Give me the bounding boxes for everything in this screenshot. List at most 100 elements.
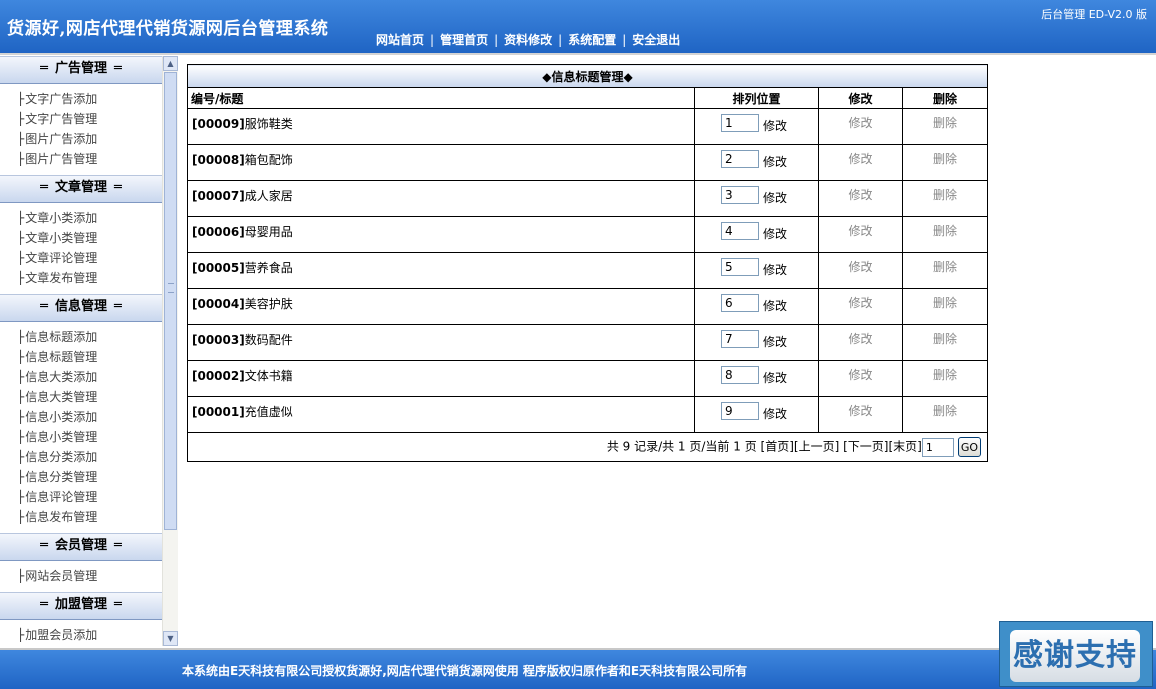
edit-link[interactable]: 修改 — [848, 150, 872, 167]
sidebar-item[interactable]: ├信息分类管理 — [0, 467, 162, 487]
sort-order-input[interactable] — [721, 186, 759, 204]
nav-link-3[interactable]: 资料修改 — [504, 33, 552, 47]
sort-modify-link[interactable]: 修改 — [763, 369, 787, 386]
sort-order-input[interactable] — [721, 114, 759, 132]
sort-modify-link[interactable]: 修改 — [763, 189, 787, 206]
edit-cell: 修改 — [818, 324, 903, 361]
tree-branch-icon: ├ — [17, 350, 25, 364]
nav-link-2[interactable]: 管理首页 — [440, 33, 488, 47]
delete-link[interactable]: 删除 — [933, 294, 957, 311]
sidebar-item[interactable]: ├信息标题管理 — [0, 347, 162, 367]
delete-link[interactable]: 删除 — [933, 330, 957, 347]
item-title: 文体书籍 — [244, 369, 293, 383]
delete-link[interactable]: 删除 — [933, 186, 957, 203]
edit-link[interactable]: 修改 — [848, 366, 872, 383]
sort-modify-link[interactable]: 修改 — [763, 405, 787, 422]
sidebar-item[interactable]: ├文章小类管理 — [0, 228, 162, 248]
go-button[interactable]: GO — [957, 437, 982, 457]
sidebar-item[interactable]: ├图片广告管理 — [0, 149, 162, 169]
sidebar-item[interactable]: ├文章评论管理 — [0, 248, 162, 268]
item-title: 成人家居 — [244, 189, 293, 203]
edit-link[interactable]: 修改 — [848, 294, 872, 311]
sidebar-group-header[interactable]: ═ 会员管理 ═ — [0, 533, 162, 561]
delete-link[interactable]: 删除 — [933, 222, 957, 239]
sort-cell: 修改 — [694, 144, 819, 181]
sort-cell: 修改 — [694, 108, 819, 145]
sort-order-input[interactable] — [721, 258, 759, 276]
sidebar-item[interactable]: ├文章发布管理 — [0, 268, 162, 288]
edit-link[interactable]: 修改 — [848, 114, 872, 131]
sidebar-item[interactable]: ├信息标题添加 — [0, 327, 162, 347]
edit-link[interactable]: 修改 — [848, 258, 872, 275]
nav-link-1[interactable]: 网站首页 — [376, 33, 424, 47]
delete-link[interactable]: 删除 — [933, 402, 957, 419]
nav-separator: | — [558, 33, 563, 47]
sidebar-item[interactable]: ├信息评论管理 — [0, 487, 162, 507]
edit-link[interactable]: 修改 — [848, 222, 872, 239]
page-number-input[interactable] — [921, 437, 954, 457]
sidebar-item[interactable]: ├信息大类管理 — [0, 387, 162, 407]
sort-modify-link[interactable]: 修改 — [763, 261, 787, 278]
copyright-text: 本系统由E天科技有限公司授权货源好,网店代理代销货源网使用 程序版权归原作者和E… — [182, 664, 748, 678]
next-page-link[interactable]: [下一页] — [843, 440, 888, 454]
sidebar-group-header[interactable]: ═ 信息管理 ═ — [0, 294, 162, 322]
sort-order-input[interactable] — [721, 294, 759, 312]
table-row: [00005]营养食品 修改 修改 删除 — [187, 252, 989, 289]
menu-bars-icon: ═ — [40, 299, 48, 314]
delete-cell: 删除 — [901, 144, 989, 181]
sort-order-input[interactable] — [721, 330, 759, 348]
sort-order-input[interactable] — [721, 366, 759, 384]
sidebar-item[interactable]: ├网站会员管理 — [0, 566, 162, 586]
sort-order-input[interactable] — [721, 402, 759, 420]
sidebar-group-header[interactable]: ═ 文章管理 ═ — [0, 175, 162, 203]
sidebar-group-header[interactable]: ═ 加盟管理 ═ — [0, 592, 162, 620]
item-code: [00005] — [192, 261, 245, 275]
sidebar-item[interactable]: ├文字广告管理 — [0, 109, 162, 129]
scroll-down-icon[interactable]: ▼ — [163, 631, 178, 646]
sidebar-item[interactable]: ├信息小类添加 — [0, 407, 162, 427]
last-page-link[interactable]: [末页] — [888, 440, 921, 454]
item-code: [00001] — [192, 405, 245, 419]
sidebar-item-label: 信息评论管理 — [25, 490, 98, 504]
sidebar-item[interactable]: ├信息大类添加 — [0, 367, 162, 387]
edit-cell: 修改 — [818, 144, 903, 181]
first-page-link[interactable]: [首页] — [761, 440, 794, 454]
sidebar-item[interactable]: ├文字广告添加 — [0, 89, 162, 109]
sidebar-item[interactable]: ├文章小类添加 — [0, 208, 162, 228]
sort-cell: 修改 — [694, 252, 819, 289]
tree-branch-icon: ├ — [17, 628, 25, 642]
prev-page-link[interactable]: [上一页] — [794, 440, 839, 454]
scroll-thumb[interactable] — [164, 72, 177, 530]
sort-cell: 修改 — [694, 324, 819, 361]
delete-link[interactable]: 删除 — [933, 258, 957, 275]
sidebar-item[interactable]: ├信息发布管理 — [0, 507, 162, 527]
version-label: 后台管理 ED-V2.0 版 — [1041, 8, 1147, 21]
sort-modify-link[interactable]: 修改 — [763, 153, 787, 170]
delete-link[interactable]: 删除 — [933, 366, 957, 383]
delete-link[interactable]: 删除 — [933, 150, 957, 167]
sidebar-item[interactable]: ├加盟会员管理 — [0, 645, 162, 646]
sidebar-item[interactable]: ├信息小类管理 — [0, 427, 162, 447]
edit-link[interactable]: 修改 — [848, 330, 872, 347]
edit-link[interactable]: 修改 — [848, 186, 872, 203]
sidebar-scrollbar[interactable]: ▲ ▼ — [162, 56, 178, 646]
sort-modify-link[interactable]: 修改 — [763, 225, 787, 242]
sort-order-input[interactable] — [721, 222, 759, 240]
sidebar-item-label: 信息小类管理 — [25, 430, 98, 444]
sidebar-group-items: ├文章小类添加 ├文章小类管理 ├文章评论管理 ├文章发布管理 — [0, 203, 162, 294]
sidebar-item[interactable]: ├信息分类添加 — [0, 447, 162, 467]
delete-link[interactable]: 删除 — [933, 114, 957, 131]
delete-cell: 删除 — [901, 360, 989, 397]
sort-order-input[interactable] — [721, 150, 759, 168]
nav-link-4[interactable]: 系统配置 — [568, 33, 616, 47]
sidebar-item[interactable]: ├图片广告添加 — [0, 129, 162, 149]
nav-link-5[interactable]: 安全退出 — [632, 33, 680, 47]
sort-modify-link[interactable]: 修改 — [763, 297, 787, 314]
sidebar-item[interactable]: ├加盟会员添加 — [0, 625, 162, 645]
edit-link[interactable]: 修改 — [848, 402, 872, 419]
scroll-up-icon[interactable]: ▲ — [163, 56, 178, 71]
sidebar-group-header[interactable]: ═ 广告管理 ═ — [0, 56, 162, 84]
sidebar-group-title: 文章管理 — [54, 180, 107, 195]
sort-modify-link[interactable]: 修改 — [763, 117, 787, 134]
sort-modify-link[interactable]: 修改 — [763, 333, 787, 350]
